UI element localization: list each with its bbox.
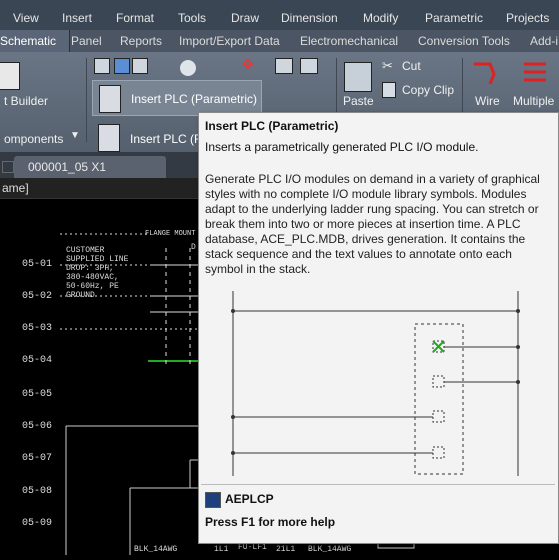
customer-note: CUSTOMER SUPPLIED LINE DROP: 3PH, 380-48…: [66, 246, 128, 300]
insert-plc-full-button[interactable]: Insert PLC (F: [92, 122, 202, 152]
paste-button[interactable]: Paste: [343, 94, 374, 108]
row-label: 05-02: [22, 291, 53, 302]
tab-reports[interactable]: Reports: [120, 34, 162, 48]
copy-icon[interactable]: [382, 82, 396, 98]
circle-tool-icon[interactable]: [180, 60, 196, 76]
menu-modify[interactable]: Modify: [363, 11, 398, 25]
tooltip-popup: Insert PLC (Parametric) Inserts a parame…: [198, 112, 559, 544]
wire-label: BLK_14AWG: [308, 545, 352, 554]
insert-plc-parametric-label: Insert PLC (Parametric): [131, 92, 258, 106]
menu-tools[interactable]: Tools: [178, 11, 206, 25]
move-tool-icon[interactable]: ✥: [242, 56, 254, 73]
name-strip: ame]: [0, 178, 202, 198]
plc-module-icon: [99, 85, 121, 113]
menu-view[interactable]: View: [13, 11, 39, 25]
wire-button[interactable]: Wire: [475, 94, 500, 108]
plc-full-icon: [98, 124, 120, 152]
tab-import-export[interactable]: Import/Export Data: [179, 34, 280, 48]
row-label: 05-01: [22, 259, 53, 270]
multiple-wire-button[interactable]: Multiple: [513, 94, 554, 108]
cad-text: DROP: 3PH,: [66, 264, 115, 273]
flange-label: FLANGE MOUNT C: [145, 230, 204, 238]
builder-icon[interactable]: [0, 62, 20, 90]
tool-b-icon[interactable]: [300, 58, 318, 74]
row-label: 05-05: [22, 389, 53, 400]
tab-add-ins[interactable]: Add-i: [530, 34, 558, 48]
cad-text: SUPPLIED LINE: [66, 255, 129, 264]
wire-label: 1L1: [214, 545, 229, 554]
row-label: 05-04: [22, 355, 53, 366]
menu-draw[interactable]: Draw: [231, 11, 259, 25]
cad-text: 380-480VAC,: [66, 273, 119, 282]
copy-clip-button[interactable]: Copy Clip: [402, 83, 454, 97]
plc-dropdown-icon[interactable]: [114, 58, 130, 74]
cad-text: GROUND: [66, 291, 95, 300]
tooltip-help: Press F1 for more help: [205, 515, 336, 529]
insert-plc-parametric-button[interactable]: Insert PLC (Parametric): [92, 80, 262, 116]
components-panel-label[interactable]: omponents: [4, 132, 63, 146]
tool-a-icon[interactable]: [275, 58, 293, 74]
tab-electromechanical[interactable]: Electromechanical: [300, 34, 398, 48]
row-label: 05-09: [22, 518, 53, 529]
menu-bar: View Insert Format Tools Draw Dimension …: [0, 0, 559, 31]
menu-parametric[interactable]: Parametric: [425, 11, 483, 25]
menu-dimension[interactable]: Dimension: [281, 11, 338, 25]
chevron-down-icon[interactable]: ▼: [70, 130, 80, 141]
tooltip-subtitle: Inserts a parametrically generated PLC I…: [205, 140, 479, 154]
multiple-wire-icon[interactable]: [520, 58, 550, 88]
cad-text: 50-60Hz, PE: [66, 282, 119, 291]
cut-button[interactable]: Cut: [402, 59, 421, 73]
builder-button[interactable]: t Builder: [4, 94, 48, 108]
tab-schematic[interactable]: Schematic: [0, 30, 70, 52]
ribbon-tab-bar: Schematic Panel Reports Import/Export Da…: [0, 30, 559, 53]
paste-icon[interactable]: [344, 62, 372, 92]
menu-format[interactable]: Format: [116, 11, 154, 25]
tooltip-title: Insert PLC (Parametric): [205, 119, 339, 133]
tooltip-divider: [201, 484, 555, 485]
wire-label: 21L1: [276, 545, 296, 554]
row-label: 05-07: [22, 453, 53, 464]
row-label: 05-03: [22, 323, 53, 334]
document-tab[interactable]: 000001_05 X1: [14, 156, 166, 178]
plc-split-icon[interactable]: [94, 58, 110, 74]
fuse-label: FU-LF1: [238, 543, 267, 552]
d-label: D: [191, 243, 196, 252]
tooltip-command: AEPLCP: [225, 492, 274, 506]
plc-option-icon[interactable]: [132, 58, 148, 74]
wire-icon[interactable]: [470, 58, 500, 88]
tooltip-illustration: [227, 291, 527, 481]
ribbon-separator: [86, 58, 87, 142]
cad-text: CUSTOMER: [66, 246, 105, 255]
tab-panel[interactable]: Panel: [71, 34, 102, 48]
tab-conversion-tools[interactable]: Conversion Tools: [418, 34, 510, 48]
close-icon[interactable]: [2, 161, 14, 173]
insert-plc-full-label: Insert PLC (F: [130, 132, 202, 146]
row-label: 05-08: [22, 486, 53, 497]
scissors-icon[interactable]: ✂: [382, 58, 393, 74]
row-label: 05-06: [22, 421, 53, 432]
menu-insert[interactable]: Insert: [62, 11, 92, 25]
tooltip-body: Generate PLC I/O modules on demand in a …: [205, 172, 540, 276]
menu-projects[interactable]: Projects: [506, 11, 549, 25]
command-icon: [205, 492, 221, 508]
wire-label: BLK_14AWG: [134, 545, 178, 554]
